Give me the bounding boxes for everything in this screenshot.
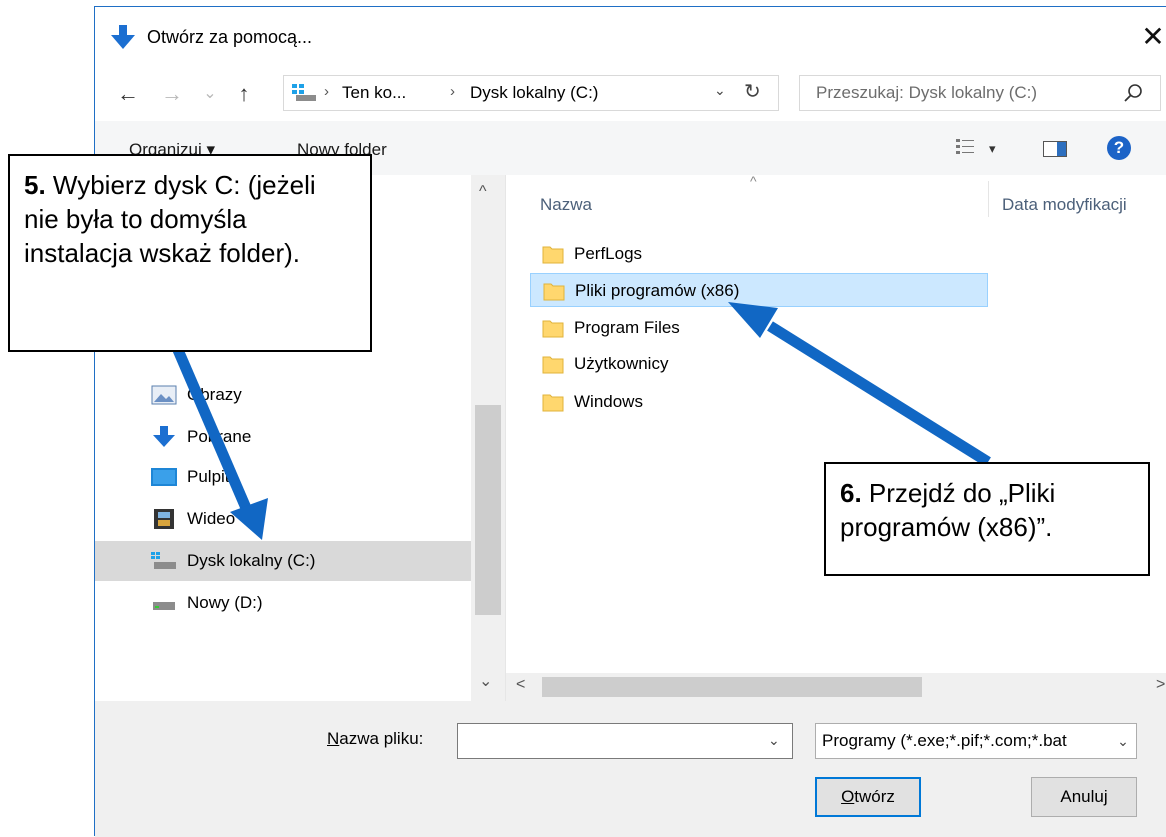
preview-pane-icon[interactable] xyxy=(1043,141,1067,157)
folder-icon xyxy=(542,320,564,338)
scroll-up-icon[interactable]: ^ xyxy=(479,183,487,201)
scrollbar-thumb[interactable] xyxy=(542,677,922,697)
view-dropdown-icon[interactable]: ▾ xyxy=(989,141,996,157)
address-bar[interactable]: › Ten ko... › Dysk lokalny (C:) ⌄ ↻ xyxy=(283,75,779,111)
breadcrumb-local-disk[interactable]: Dysk lokalny (C:) xyxy=(470,83,598,103)
breadcrumb-separator: › xyxy=(450,83,455,100)
file-name: Program Files xyxy=(574,318,680,337)
instruction-callout-step-5: 5. Wybierz dysk C: (jeżeli nie była to d… xyxy=(8,154,372,352)
file-type-select[interactable]: Programy (*.exe;*.pif;*.com;*.bat ⌄ xyxy=(815,723,1137,759)
sidebar-item-desktop[interactable]: Pulpit xyxy=(95,457,471,497)
video-icon xyxy=(154,509,174,529)
open-button[interactable]: Otwórz xyxy=(815,777,921,817)
chevron-down-icon[interactable]: ⌄ xyxy=(768,732,780,749)
file-list: ^ Nazwa Data modyfikacji PerfLogs Pliki … xyxy=(506,173,1166,673)
sidebar-item-label: Obrazy xyxy=(187,385,242,404)
chevron-down-icon[interactable]: ⌄ xyxy=(1110,724,1136,758)
folder-icon xyxy=(542,246,564,264)
view-details-icon[interactable] xyxy=(955,137,975,157)
sidebar-item-downloads[interactable]: Pobrane xyxy=(95,417,471,457)
sidebar-item-pictures[interactable]: Obrazy xyxy=(95,375,471,415)
list-item[interactable]: Windows xyxy=(530,385,988,419)
search-placeholder: Przeszukaj: Dysk lokalny (C:) xyxy=(816,83,1038,102)
sidebar-item-drive-d[interactable]: Nowy (D:) xyxy=(95,583,471,623)
navigation-pane-scrollbar[interactable]: ^ ⌄ xyxy=(471,175,505,701)
scroll-down-icon[interactable]: ⌄ xyxy=(479,671,492,691)
desktop-icon xyxy=(151,468,177,486)
list-item[interactable]: Program Files xyxy=(530,311,988,345)
list-item-selected[interactable]: Pliki programów (x86) xyxy=(530,273,988,307)
refresh-icon[interactable]: ↻ xyxy=(744,79,761,104)
column-header-name[interactable]: Nazwa xyxy=(540,195,592,215)
folder-icon xyxy=(542,356,564,374)
file-type-value: Programy (*.exe;*.pif;*.com;*.bat xyxy=(822,731,1067,750)
filename-label: Nazwa pliku: xyxy=(327,729,424,748)
sidebar-item-label: Pulpit xyxy=(187,467,230,486)
column-header-date[interactable]: Data modyfikacji xyxy=(1002,195,1127,215)
downloads-icon xyxy=(153,426,175,447)
dialog-title: Otwórz za pomocą... xyxy=(147,27,313,47)
dialog-footer: Nazwa pliku: ⌄ Programy (*.exe;*.pif;*.c… xyxy=(95,701,1166,837)
list-item[interactable]: Użytkownicy xyxy=(530,347,988,381)
file-name: Użytkownicy xyxy=(574,354,669,373)
open-with-dialog: Otwórz za pomocą... ✕ ← → ⌄ ↑ › Ten ko..… xyxy=(94,6,1166,837)
up-button[interactable]: ↑ xyxy=(229,79,259,109)
filename-input[interactable]: ⌄ xyxy=(457,723,793,759)
sidebar-item-local-disk-c[interactable]: Dysk lokalny (C:) xyxy=(95,541,471,581)
breadcrumb-this-pc[interactable]: Ten ko... xyxy=(342,83,406,103)
download-arrow-icon xyxy=(111,25,135,49)
file-name: Windows xyxy=(574,392,643,411)
instruction-callout-step-6: 6. Przejdź do „Pliki programów (x86)”. xyxy=(824,462,1150,576)
sidebar-item-label: Dysk lokalny (C:) xyxy=(187,551,316,570)
column-separator[interactable] xyxy=(988,181,989,217)
list-item[interactable]: PerfLogs xyxy=(530,237,988,271)
pictures-icon xyxy=(151,385,177,405)
back-button[interactable]: ← xyxy=(113,79,143,109)
search-icon xyxy=(1124,84,1142,102)
computer-icon xyxy=(292,84,316,101)
local-disk-icon xyxy=(151,552,176,569)
scroll-left-icon[interactable]: < xyxy=(516,676,525,694)
sidebar-item-video[interactable]: Wideo xyxy=(95,499,471,539)
breadcrumb-separator: › xyxy=(324,83,329,100)
folder-icon xyxy=(543,283,565,301)
close-button[interactable]: ✕ xyxy=(1135,19,1166,55)
column-header: ^ Nazwa Data modyfikacji xyxy=(506,173,1166,217)
forward-button[interactable]: → xyxy=(157,79,187,109)
scrollbar-thumb[interactable] xyxy=(475,405,501,615)
file-name: Pliki programów (x86) xyxy=(575,281,740,300)
sidebar-item-label: Wideo xyxy=(187,509,236,528)
help-icon[interactable]: ? xyxy=(1107,136,1131,160)
scroll-right-icon[interactable]: > xyxy=(1156,676,1165,694)
drive-icon xyxy=(153,602,175,610)
sidebar-item-label: Pobrane xyxy=(187,427,252,446)
recent-locations-button[interactable]: ⌄ xyxy=(195,79,225,109)
sidebar-item-label: Nowy (D:) xyxy=(187,593,263,612)
folder-icon xyxy=(542,394,564,412)
search-input[interactable]: Przeszukaj: Dysk lokalny (C:) xyxy=(799,75,1161,111)
address-dropdown-icon[interactable]: ⌄ xyxy=(714,82,726,99)
horizontal-scrollbar[interactable]: < > xyxy=(506,673,1166,701)
navigation-bar: ← → ⌄ ↑ › Ten ko... › Dysk lokalny (C:) … xyxy=(95,67,1166,121)
cancel-button[interactable]: Anuluj xyxy=(1031,777,1137,817)
sort-indicator-icon: ^ xyxy=(750,173,757,189)
file-name: PerfLogs xyxy=(574,244,643,263)
title-bar: Otwórz za pomocą... ✕ xyxy=(95,7,1166,67)
